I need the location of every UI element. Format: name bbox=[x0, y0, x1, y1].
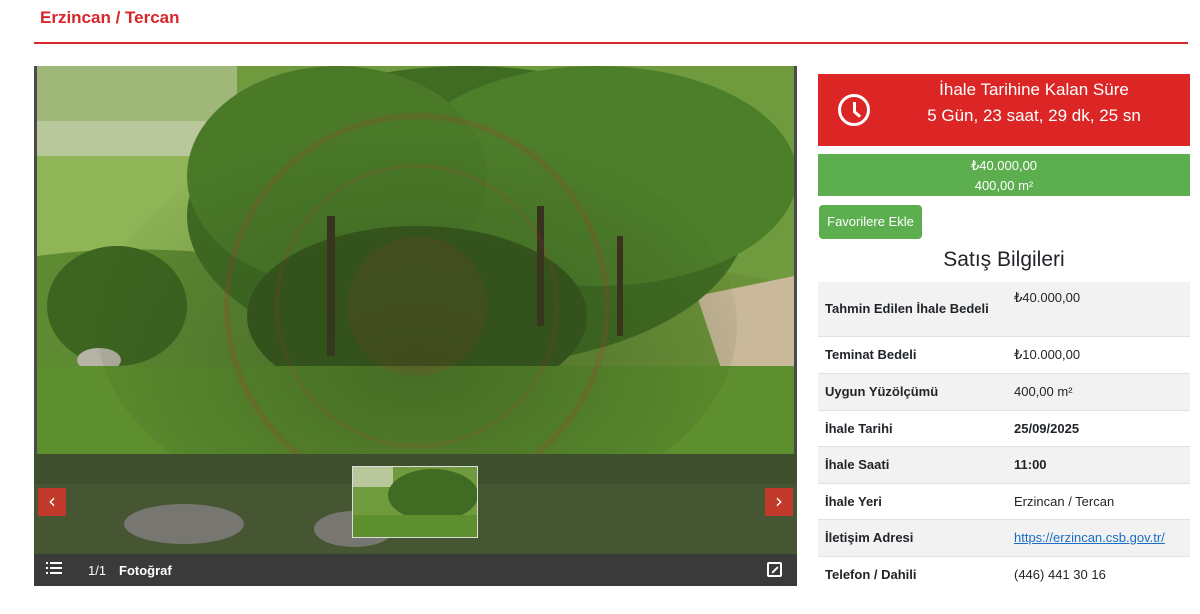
row-value: 25/09/2025 bbox=[1007, 409, 1190, 446]
table-row: Teminat Bedeli ₺10.000,00 bbox=[818, 335, 1190, 373]
breadcrumb: Erzincan / Tercan bbox=[40, 8, 180, 27]
row-label: Telefon / Dahili bbox=[818, 555, 1007, 592]
gallery-toolbar: 1/1 Fotoğraf bbox=[34, 554, 797, 586]
contact-address-link[interactable]: https://erzincan.csb.gov.tr/ bbox=[1014, 530, 1165, 545]
row-value: Erzincan / Tercan bbox=[1007, 482, 1190, 519]
fullscreen-icon[interactable] bbox=[767, 562, 782, 577]
row-label: Tahmin Edilen İhale Bedeli bbox=[818, 282, 1007, 336]
thumbnail-image bbox=[353, 467, 477, 537]
row-label: Uygun Yüzölçümü bbox=[818, 372, 1007, 410]
header-divider bbox=[34, 42, 1188, 44]
sale-info-table: Tahmin Edilen İhale Bedeli ₺40.000,00 Te… bbox=[818, 282, 1190, 592]
row-value: 400,00 m² bbox=[1007, 372, 1190, 410]
row-label: İletişim Adresi bbox=[818, 518, 1007, 556]
price-amount: ₺40.000,00 bbox=[970, 158, 1038, 173]
row-value: ₺40.000,00 bbox=[1007, 282, 1190, 336]
main-photo[interactable] bbox=[37, 66, 794, 456]
table-row: İhale Tarihi 25/09/2025 bbox=[818, 409, 1190, 446]
gallery-prev-button[interactable]: ‹ bbox=[38, 488, 66, 516]
countdown-value: 5 Gün, 23 saat, 29 dk, 25 sn bbox=[927, 106, 1141, 125]
row-value: (446) 441 30 16 bbox=[1007, 555, 1190, 592]
land-photo-image bbox=[37, 66, 794, 456]
row-label: Teminat Bedeli bbox=[818, 335, 1007, 373]
table-row: İhale Yeri Erzincan / Tercan bbox=[818, 482, 1190, 519]
gallery-next-button[interactable]: › bbox=[765, 488, 793, 516]
table-row: İletişim Adresi https://erzincan.csb.gov… bbox=[818, 518, 1190, 556]
price-area: 400,00 m² bbox=[974, 178, 1034, 193]
thumbnail-item[interactable] bbox=[352, 466, 478, 538]
photo-counter: 1/1 bbox=[88, 563, 107, 578]
row-label: İhale Saati bbox=[818, 445, 1007, 483]
clock-icon bbox=[838, 94, 870, 126]
row-label: İhale Yeri bbox=[818, 482, 1007, 519]
section-title: Satış Bilgileri bbox=[943, 248, 1065, 271]
photo-gallery: ‹ › 1/1 Fotoğraf bbox=[34, 66, 797, 586]
chevron-right-icon: › bbox=[775, 489, 783, 513]
list-icon[interactable] bbox=[46, 562, 62, 576]
chevron-left-icon: ‹ bbox=[48, 489, 56, 513]
thumbnail-strip bbox=[34, 454, 797, 554]
countdown-title: İhale Tarihine Kalan Süre bbox=[939, 80, 1129, 99]
table-row: İhale Saati 11:00 bbox=[818, 445, 1190, 483]
table-row: Uygun Yüzölçümü 400,00 m² bbox=[818, 372, 1190, 410]
row-value: ₺10.000,00 bbox=[1007, 335, 1190, 373]
table-row: Tahmin Edilen İhale Bedeli ₺40.000,00 bbox=[818, 282, 1190, 336]
row-label: İhale Tarihi bbox=[818, 409, 1007, 446]
table-row: Telefon / Dahili (446) 441 30 16 bbox=[818, 555, 1190, 592]
add-to-favorites-button[interactable]: Favorilere Ekle bbox=[819, 205, 922, 239]
row-value: 11:00 bbox=[1007, 445, 1190, 483]
auction-countdown: İhale Tarihine Kalan Süre 5 Gün, 23 saat… bbox=[818, 74, 1190, 146]
price-summary: ₺40.000,00 400,00 m² bbox=[818, 154, 1190, 196]
photo-label: Fotoğraf bbox=[119, 563, 172, 578]
row-value: https://erzincan.csb.gov.tr/ bbox=[1007, 518, 1190, 556]
